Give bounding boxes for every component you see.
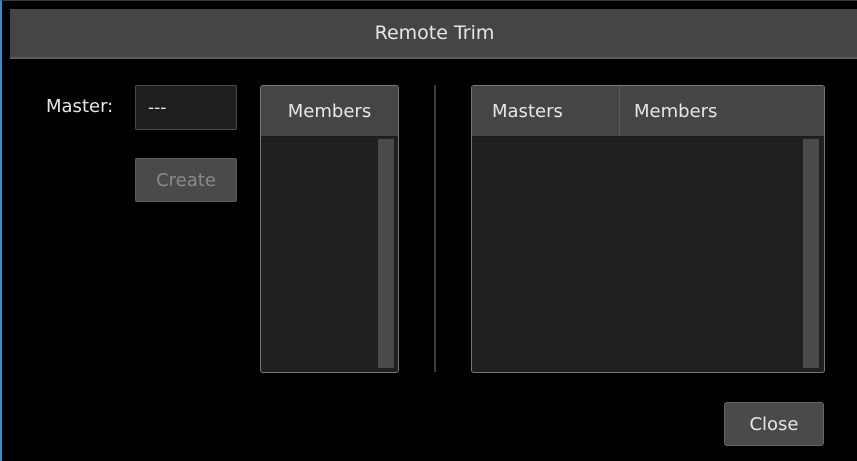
members-column-label: Members [287,100,372,122]
members-column-header-right[interactable]: Members [620,86,824,136]
members-list-header: Members [261,86,398,137]
members-column-header[interactable]: Members [261,86,398,136]
master-label: Master: [46,96,114,117]
create-button[interactable]: Create [135,158,237,202]
close-button[interactable]: Close [724,402,824,446]
members-column-label-right: Members [634,100,718,122]
masters-column-label: Masters [492,100,563,122]
groups-table-scrollbar[interactable] [803,139,819,368]
create-button-label: Create [156,169,216,191]
masters-column-header[interactable]: Masters [472,86,620,136]
members-list[interactable]: Members [260,85,399,373]
members-list-scrollbar[interactable] [378,139,394,368]
master-field-value: --- [148,97,167,118]
panel-divider [434,85,436,372]
dialog-title-bar: Remote Trim [10,9,857,59]
remote-trim-dialog: Remote Trim Master: --- Create Members M… [0,0,857,461]
groups-table[interactable]: Masters Members [471,85,825,373]
groups-table-header: Masters Members [472,86,824,137]
master-field[interactable]: --- [135,85,237,130]
dialog-title: Remote Trim [374,22,495,44]
close-button-label: Close [749,413,799,435]
